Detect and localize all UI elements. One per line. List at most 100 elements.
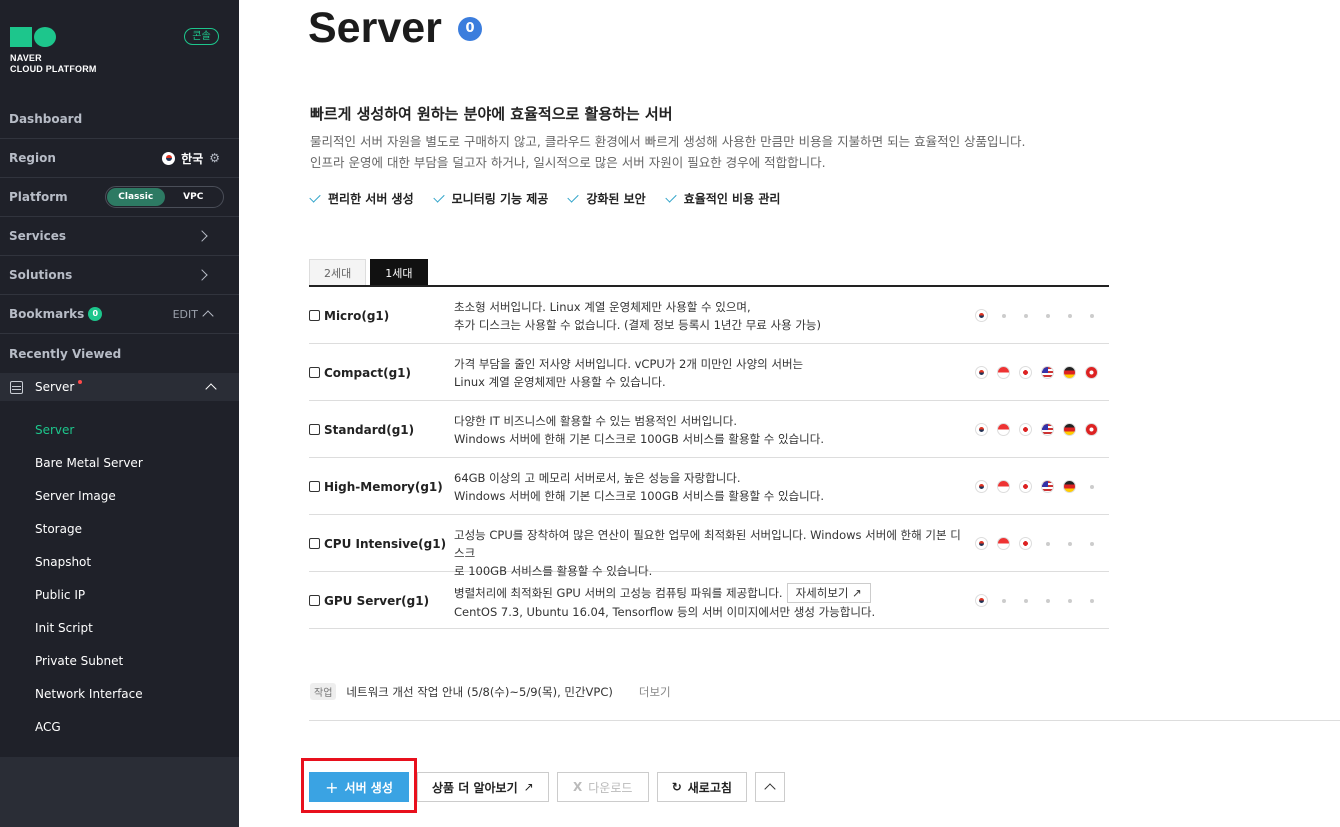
region-unavailable-dot — [1089, 313, 1094, 318]
flag-kr-icon — [975, 537, 988, 550]
bookmarks-label: Bookmarks — [9, 307, 85, 321]
region-flags — [975, 458, 1098, 515]
naver-cloud-logo[interactable]: NAVER CLOUD PLATFORM — [10, 27, 97, 75]
table-row[interactable]: Compact(g1) 가격 부담을 줄인 저사양 서버입니다. vCPU가 2개… — [309, 344, 1109, 401]
region-flags — [975, 344, 1098, 401]
sidebar-item-init-script[interactable]: Init Script — [35, 621, 93, 635]
table-row[interactable]: Micro(g1) 초소형 서버입니다. Linux 계열 운영체제만 사용할 수… — [309, 287, 1109, 344]
server-gpu-icon — [309, 595, 320, 606]
product-name: Compact(g1) — [324, 365, 411, 380]
table-row[interactable]: GPU Server(g1) 병렬처리에 최적화된 GPU 서버의 고성능 컴퓨팅… — [309, 572, 1109, 629]
flag-sg-icon — [997, 480, 1010, 493]
feature-item: 효율적인 비용 관리 — [665, 190, 780, 207]
flag-sg-icon — [997, 423, 1010, 436]
region-unavailable-dot — [1045, 541, 1050, 546]
page-title: Server — [308, 4, 442, 52]
logo-line2: CLOUD PLATFORM — [10, 64, 97, 74]
sidebar-item-network-interface[interactable]: Network Interface — [35, 687, 143, 701]
download-button[interactable]: X 다운로드 — [556, 772, 649, 802]
product-description: 가격 부담을 줄인 저사양 서버입니다. vCPU가 2개 미만인 사양의 서버… — [454, 355, 969, 391]
table-row[interactable]: CPU Intensive(g1) 고성능 CPU를 장착하여 많은 연산이 필요… — [309, 515, 1109, 578]
excel-icon: X — [572, 780, 583, 794]
sidebar-services[interactable]: Services — [0, 217, 239, 256]
gear-icon[interactable]: ⚙ — [209, 151, 220, 165]
learn-more-button[interactable]: 상품 더 알아보기 ↗ — [417, 772, 549, 802]
sidebar-solutions[interactable]: Solutions — [0, 256, 239, 295]
tab-gen1[interactable]: 1세대 — [370, 259, 428, 286]
server-highmem-icon — [309, 481, 320, 492]
chevron-right-icon — [196, 269, 208, 281]
product-desc-text: 초소형 서버입니다. Linux 계열 운영체제만 사용할 수 있으며, — [454, 300, 751, 314]
flag-kr-icon — [975, 423, 988, 436]
sidebar-item-acg[interactable]: ACG — [35, 720, 61, 734]
region-unavailable-dot — [1089, 541, 1094, 546]
product-desc-line1: 가격 부담을 줄인 저사양 서버입니다. vCPU가 2개 미만인 사양의 서버… — [454, 355, 969, 373]
product-desc-text: 고성능 CPU를 장착하여 많은 연산이 필요한 업무에 최적화된 서버입니다.… — [454, 528, 961, 560]
server-icon — [10, 380, 23, 394]
product-desc-text: 다양한 IT 비즈니스에 활용할 수 있는 범용적인 서버입니다. — [454, 414, 737, 428]
product-name: Standard(g1) — [324, 422, 415, 437]
region-value: 한국 — [181, 151, 204, 166]
notice-more-link[interactable]: 더보기 — [639, 684, 671, 700]
feature-item: 강화된 보안 — [567, 190, 646, 207]
product-desc-line1: 다양한 IT 비즈니스에 활용할 수 있는 범용적인 서버입니다. — [454, 412, 969, 430]
sidebar-item-server[interactable]: Server — [35, 423, 74, 437]
product-desc-line2: Linux 계열 운영체제만 사용할 수 있습니다. — [454, 375, 666, 389]
sidebar-item-snapshot[interactable]: Snapshot — [35, 555, 91, 569]
sidebar-bookmarks[interactable]: Bookmarks 0 EDIT — [0, 295, 239, 334]
table-row[interactable]: High-Memory(g1) 64GB 이상의 고 메모리 서버로서, 높은 성… — [309, 458, 1109, 515]
sidebar-server-group[interactable]: Server — [0, 373, 239, 401]
download-label: 다운로드 — [588, 780, 633, 795]
sidebar-dashboard[interactable]: Dashboard — [0, 100, 239, 139]
check-icon — [309, 191, 321, 203]
tab-gen2[interactable]: 2세대 — [309, 259, 367, 286]
chevron-up-icon — [764, 783, 776, 795]
sidebar-item-bare-metal[interactable]: Bare Metal Server — [35, 456, 143, 470]
sidebar-item-private-subnet[interactable]: Private Subnet — [35, 654, 123, 668]
learn-more-label: 상품 더 알아보기 — [432, 780, 518, 795]
platform-classic[interactable]: Classic — [107, 188, 165, 206]
product-name-cell: CPU Intensive(g1) — [309, 515, 446, 572]
table-row[interactable]: Standard(g1) 다양한 IT 비즈니스에 활용할 수 있는 범용적인 서… — [309, 401, 1109, 458]
divider — [309, 720, 1340, 721]
sidebar-item-server-image[interactable]: Server Image — [35, 489, 116, 503]
platform-toggle[interactable]: Classic VPC — [105, 186, 224, 208]
platform-label: Platform — [9, 190, 68, 204]
product-desc-line1: 고성능 CPU를 장착하여 많은 연산이 필요한 업무에 최적화된 서버입니다.… — [454, 526, 969, 562]
region-unavailable-dot — [1023, 313, 1028, 318]
server-micro-icon — [309, 310, 320, 321]
product-desc-line2: Windows 서버에 한해 기본 디스크로 100GB 서비스를 활용할 수 … — [454, 432, 824, 446]
product-desc-text: 64GB 이상의 고 메모리 서버로서, 높은 성능을 자랑합니다. — [454, 471, 741, 485]
flag-kr-icon — [975, 366, 988, 379]
product-name-cell: High-Memory(g1) — [309, 458, 443, 515]
new-dot — [78, 380, 83, 384]
check-icon — [665, 191, 677, 203]
chevron-up-icon[interactable] — [202, 310, 214, 322]
refresh-button[interactable]: ↻ 새로고침 — [656, 772, 747, 802]
flag-jp-icon — [1019, 366, 1032, 379]
notice-text[interactable]: 네트워크 개선 작업 안내 (5/8(수)~5/9(목), 민간VPC) — [346, 684, 612, 700]
product-name: CPU Intensive(g1) — [324, 536, 447, 551]
sidebar-item-public-ip[interactable]: Public IP — [35, 588, 85, 602]
product-name: High-Memory(g1) — [324, 479, 443, 494]
recent-label: Recently Viewed — [9, 346, 122, 361]
notice-bar: 작업 네트워크 개선 작업 안내 (5/8(수)~5/9(목), 민간VPC) … — [310, 683, 671, 700]
solutions-label: Solutions — [9, 268, 73, 282]
product-desc-line1: 64GB 이상의 고 메모리 서버로서, 높은 성능을 자랑합니다. — [454, 469, 969, 487]
sidebar-region[interactable]: Region 한국 ⚙ — [0, 139, 239, 178]
feature-label: 모니터링 기능 제공 — [451, 192, 549, 206]
product-description: 64GB 이상의 고 메모리 서버로서, 높은 성능을 자랑합니다. Window… — [454, 469, 969, 505]
region-unavailable-dot — [1023, 598, 1028, 603]
region-unavailable-dot — [1001, 313, 1006, 318]
flag-us-icon — [1041, 366, 1054, 379]
console-badge[interactable]: 콘솔 — [184, 28, 219, 45]
sidebar-item-storage[interactable]: Storage — [35, 522, 82, 536]
sidebar-recent[interactable]: Recently Viewed — [0, 334, 239, 373]
platform-vpc[interactable]: VPC — [165, 188, 223, 206]
chevron-right-icon — [196, 230, 208, 242]
bookmarks-edit[interactable]: EDIT — [173, 308, 198, 321]
detail-link-button[interactable]: 자세히보기 ↗ — [786, 583, 871, 603]
region-unavailable-dot — [1089, 484, 1094, 489]
product-desc-line2: Windows 서버에 한해 기본 디스크로 100GB 서비스를 활용할 수 … — [454, 489, 824, 503]
collapse-button[interactable] — [754, 772, 785, 802]
